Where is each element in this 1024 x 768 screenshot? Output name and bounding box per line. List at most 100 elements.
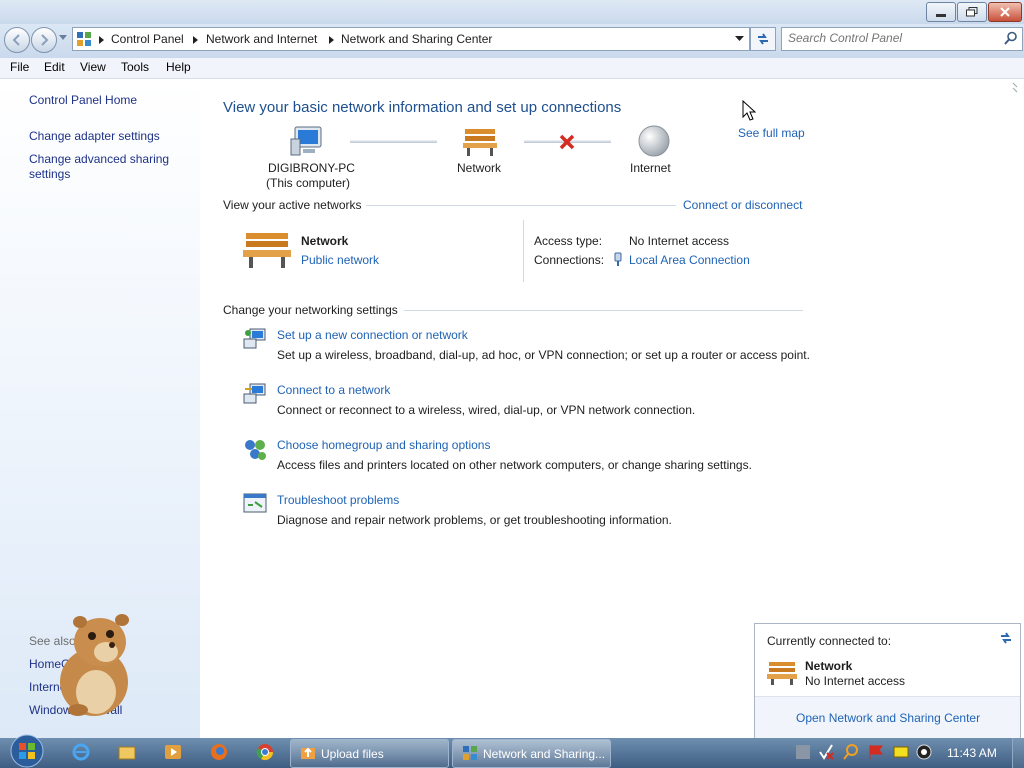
- firefox-icon[interactable]: [210, 743, 228, 761]
- refresh-icon[interactable]: [999, 631, 1013, 645]
- popup-network-status: No Internet access: [805, 674, 906, 688]
- access-type-value: No Internet access: [629, 234, 730, 248]
- disconnected-x-icon[interactable]: [559, 134, 575, 150]
- see-full-map-link[interactable]: See full map: [738, 126, 805, 140]
- tray-search-icon[interactable]: [842, 743, 860, 761]
- back-button[interactable]: [4, 27, 30, 53]
- change-adapter-settings-link[interactable]: Change adapter settings: [29, 129, 160, 144]
- troubleshoot-link[interactable]: Troubleshoot problems: [277, 493, 399, 507]
- public-network-link[interactable]: Public network: [301, 253, 379, 267]
- resize-grip-icon: [1012, 82, 1018, 93]
- close-button[interactable]: [988, 2, 1022, 22]
- back-arrow-icon: [12, 34, 20, 46]
- left-navigation-pane: Control Panel Home Change adapter settin…: [0, 79, 200, 739]
- show-desktop-button[interactable]: [1012, 738, 1024, 768]
- search-box[interactable]: [781, 27, 1023, 51]
- taskbar-item-label: Upload files: [321, 747, 384, 761]
- new-connection-icon: [243, 328, 266, 349]
- internet-globe-icon[interactable]: [637, 124, 671, 158]
- navigation-bar: Control Panel Network and Internet Netwo…: [0, 24, 1024, 58]
- map-connection-line: [350, 140, 437, 143]
- breadcrumb-network-and-sharing-center[interactable]: Network and Sharing Center: [341, 32, 492, 46]
- network-map-label[interactable]: Network: [457, 161, 501, 175]
- connect-network-icon: [243, 383, 266, 404]
- search-input[interactable]: [788, 31, 988, 45]
- taskbar: Upload files Network and Sharing... 11:4…: [0, 734, 1024, 768]
- open-network-sharing-center-link[interactable]: Open Network and Sharing Center: [796, 711, 980, 725]
- maximize-button[interactable]: [957, 2, 987, 22]
- breadcrumb-separator[interactable]: [329, 36, 334, 44]
- close-icon: [1000, 7, 1010, 17]
- connect-or-disconnect-link[interactable]: Connect or disconnect: [683, 198, 802, 212]
- refresh-icon: [758, 33, 768, 45]
- chrome-icon[interactable]: [256, 743, 274, 761]
- section-divider: [366, 205, 676, 206]
- breadcrumb-control-panel[interactable]: Control Panel: [111, 32, 184, 46]
- local-area-connection-link[interactable]: Local Area Connection: [629, 253, 750, 267]
- upload-icon: [301, 747, 315, 759]
- vertical-divider: [523, 220, 524, 282]
- title-bar: [0, 0, 1024, 24]
- breadcrumb-separator[interactable]: [193, 36, 198, 44]
- computer-sub-label: (This computer): [266, 176, 351, 190]
- minimize-button[interactable]: [926, 2, 956, 22]
- control-panel-icon: [463, 746, 477, 760]
- change-advanced-sharing-link[interactable]: Change advanced sharing settings: [29, 152, 189, 182]
- tray-network-warning-icon[interactable]: [817, 743, 835, 761]
- search-icon[interactable]: [1004, 31, 1018, 45]
- tray-notes-icon[interactable]: [892, 743, 910, 761]
- taskbar-item-upload-files[interactable]: Upload files: [290, 739, 449, 768]
- troubleshoot-icon: [243, 493, 267, 513]
- bench-network-icon[interactable]: [462, 125, 498, 157]
- homegroup-sharing-link[interactable]: Choose homegroup and sharing options: [277, 438, 490, 452]
- menu-file[interactable]: File: [10, 60, 29, 74]
- setup-connection-link[interactable]: Set up a new connection or network: [277, 328, 468, 342]
- active-network-name: Network: [301, 234, 349, 248]
- refresh-button[interactable]: [750, 27, 776, 51]
- tray-flag-icon[interactable]: [867, 743, 885, 761]
- connect-to-network-link[interactable]: Connect to a network: [277, 383, 390, 397]
- windows-explorer-icon[interactable]: [118, 743, 136, 761]
- menu-view[interactable]: View: [80, 60, 106, 74]
- bench-network-icon: [767, 662, 797, 685]
- tray-volume-icon[interactable]: [915, 743, 933, 761]
- address-bar[interactable]: Control Panel Network and Internet Netwo…: [72, 27, 750, 51]
- control-panel-icon: [77, 32, 91, 46]
- chevron-down-icon: [59, 35, 67, 40]
- recent-pages-dropdown[interactable]: [59, 35, 67, 41]
- forward-arrow-icon: [41, 34, 49, 46]
- mouse-cursor-icon: [742, 100, 756, 121]
- restore-icon: [966, 7, 978, 17]
- chevron-down-icon: [735, 36, 744, 41]
- homegroup-sharing-desc: Access files and printers located on oth…: [277, 458, 752, 472]
- page-title: View your basic network information and …: [223, 99, 622, 116]
- internet-explorer-icon[interactable]: [72, 743, 90, 761]
- internet-map-label[interactable]: Internet: [630, 161, 671, 175]
- menu-edit[interactable]: Edit: [44, 60, 65, 74]
- breadcrumb-separator[interactable]: [99, 36, 104, 44]
- control-panel-home-link[interactable]: Control Panel Home: [29, 93, 137, 108]
- computer-name-label[interactable]: DIGIBRONY-PC: [268, 161, 355, 175]
- connections-label: Connections:: [534, 253, 605, 267]
- tray-app-icon[interactable]: [794, 743, 812, 761]
- network-flyout-popup: Currently connected to: Network No Inter…: [754, 623, 1021, 739]
- troubleshoot-desc: Diagnose and repair network problems, or…: [277, 513, 672, 527]
- start-button[interactable]: [9, 734, 45, 768]
- bench-network-icon: [243, 233, 291, 268]
- menu-tools[interactable]: Tools: [121, 60, 149, 74]
- computer-icon[interactable]: [289, 125, 325, 157]
- forward-button[interactable]: [31, 27, 57, 53]
- clock[interactable]: 11:43 AM: [947, 746, 997, 760]
- access-type-label: Access type:: [534, 234, 603, 248]
- popup-network-name: Network: [805, 659, 853, 673]
- popup-footer: Open Network and Sharing Center: [755, 696, 1020, 739]
- networking-settings-header: Change your networking settings: [223, 303, 398, 317]
- breadcrumb-network-and-internet[interactable]: Network and Internet: [206, 32, 317, 46]
- hamster-character-image: [60, 614, 129, 716]
- media-player-icon[interactable]: [164, 743, 182, 761]
- taskbar-item-network-sharing[interactable]: Network and Sharing...: [452, 739, 611, 768]
- menu-help[interactable]: Help: [166, 60, 191, 74]
- address-dropdown[interactable]: [735, 36, 744, 42]
- section-divider: [404, 310, 803, 311]
- homegroup-icon: [245, 440, 266, 460]
